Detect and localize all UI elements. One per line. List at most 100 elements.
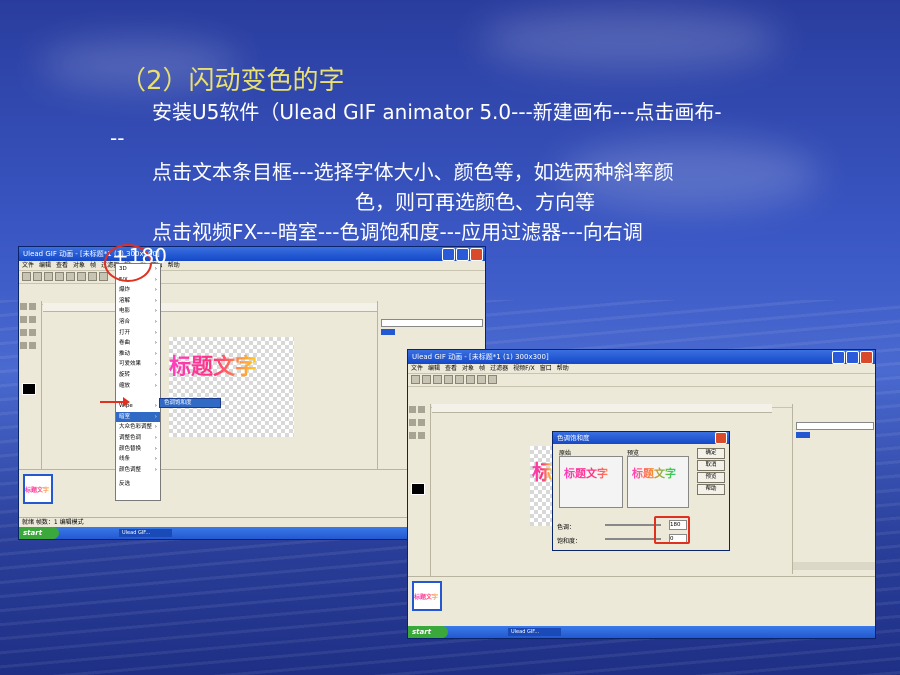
menu-file[interactable]: 文件	[22, 261, 34, 270]
object-selector[interactable]	[796, 422, 874, 430]
menu-view[interactable]: 查看	[56, 261, 68, 270]
frame-thumbnail-text: 标题文字	[25, 487, 50, 494]
frame-thumbnail[interactable]: 标题文字	[412, 581, 442, 611]
menu-item[interactable]: 线条 ›	[116, 454, 160, 465]
menu-item[interactable]: 推动 ›	[116, 349, 160, 360]
save-icon[interactable]	[44, 272, 53, 281]
zoom-tool-icon[interactable]	[29, 342, 36, 349]
help-button[interactable]: 帮助	[697, 484, 725, 495]
menu-item[interactable]: 爆炸 ›	[116, 285, 160, 296]
menu-item[interactable]: 卷曲 ›	[116, 338, 160, 349]
open-icon[interactable]	[33, 272, 42, 281]
close-button[interactable]	[860, 351, 873, 364]
gif-canvas[interactable]: 标题文字	[169, 337, 294, 437]
copy-icon[interactable]	[66, 272, 75, 281]
pick-tool-icon[interactable]	[20, 303, 27, 310]
maximize-button[interactable]	[846, 351, 859, 364]
text-tool-icon[interactable]	[20, 316, 27, 323]
panel-scrollbar[interactable]	[793, 562, 875, 570]
open-icon[interactable]	[422, 375, 431, 384]
color-swatch[interactable]	[22, 383, 36, 395]
instruction-line-2-cont: 色，则可再选颜色、方向等	[355, 190, 595, 214]
fill-tool-icon[interactable]	[20, 342, 27, 349]
redo-icon[interactable]	[488, 375, 497, 384]
canvas-text: 标题文字	[169, 349, 257, 381]
text-tool-icon[interactable]	[409, 419, 416, 426]
menu-item[interactable]: 缩放 ›	[116, 381, 160, 392]
color-swatch[interactable]	[411, 483, 425, 495]
menu-edit[interactable]: 编辑	[39, 261, 51, 270]
menu-frame[interactable]: 帧	[479, 364, 485, 373]
menu-item[interactable]: 反选	[116, 479, 160, 490]
layer-thumbnail[interactable]	[381, 329, 395, 335]
menu-item[interactable]: 打开 ›	[116, 328, 160, 339]
maximize-button[interactable]	[456, 248, 469, 261]
start-button[interactable]: start	[408, 626, 448, 638]
minimize-button[interactable]	[832, 351, 845, 364]
menu-filter[interactable]: 过滤器	[490, 364, 508, 373]
brush-tool-icon[interactable]	[409, 432, 416, 439]
original-preview-text: 标题文字	[564, 465, 622, 481]
cut-icon[interactable]	[444, 375, 453, 384]
submenu-hue-saturation[interactable]: 色调饱和度	[159, 398, 221, 408]
minimize-button[interactable]	[442, 248, 455, 261]
frame-thumbnail[interactable]: 标题文字	[23, 474, 53, 504]
paste-icon[interactable]	[466, 375, 475, 384]
menu-item[interactable]: 调整色调 ›	[116, 433, 160, 444]
paint-tool-icon[interactable]	[418, 419, 425, 426]
marquee-tool-icon[interactable]	[29, 303, 36, 310]
menu-item[interactable]: 电影 ›	[116, 306, 160, 317]
marquee-tool-icon[interactable]	[418, 406, 425, 413]
paint-tool-icon[interactable]	[29, 316, 36, 323]
taskbar-app[interactable]: Ulead GIF...	[508, 628, 561, 636]
menu-help[interactable]: 帮助	[557, 364, 569, 373]
dialog-title: 色调饱和度	[557, 434, 590, 442]
menu-object[interactable]: 对象	[462, 364, 474, 373]
paste-icon[interactable]	[77, 272, 86, 281]
preview-button[interactable]: 预览	[697, 472, 725, 483]
editor-tabs	[432, 404, 772, 413]
menu-item[interactable]: 旋转 ›	[116, 370, 160, 381]
menu-view[interactable]: 查看	[445, 364, 457, 373]
brush-tool-icon[interactable]	[20, 329, 27, 336]
redo-icon[interactable]	[99, 272, 108, 281]
instruction-line-2: 点击文本条目框---选择字体大小、颜色等，如选两种斜率颜	[152, 160, 674, 184]
cancel-button[interactable]: 取消	[697, 460, 725, 471]
menu-item-darkroom[interactable]: 暗室 ›	[116, 411, 160, 423]
start-button[interactable]: start	[19, 527, 59, 539]
eraser-tool-icon[interactable]	[418, 432, 425, 439]
dialog-close-button[interactable]	[715, 432, 727, 444]
menu-help[interactable]: 帮助	[168, 261, 180, 270]
menu-video-fx[interactable]: 视频F/X	[513, 364, 535, 373]
copy-icon[interactable]	[455, 375, 464, 384]
canvas-text: 标	[532, 456, 552, 485]
annotation-arrow	[100, 397, 130, 407]
eraser-tool-icon[interactable]	[29, 329, 36, 336]
layer-thumbnail[interactable]	[796, 432, 810, 438]
new-icon[interactable]	[411, 375, 420, 384]
menu-item[interactable]: 可爱效果 ›	[116, 359, 160, 370]
menu-window[interactable]: 窗口	[540, 364, 552, 373]
menu-item[interactable]: 颜色替换 ›	[116, 444, 160, 455]
menu-item[interactable]: 溶解 ›	[116, 296, 160, 307]
hue-slider[interactable]	[605, 524, 661, 526]
menu-item[interactable]: 大众色彩调整 ›	[116, 422, 160, 433]
ok-button[interactable]: 确定	[697, 448, 725, 459]
undo-icon[interactable]	[88, 272, 97, 281]
taskbar-app[interactable]: Ulead GIF...	[119, 529, 172, 537]
new-icon[interactable]	[22, 272, 31, 281]
saturation-slider[interactable]	[605, 538, 661, 540]
menu-edit[interactable]: 编辑	[428, 364, 440, 373]
pick-tool-icon[interactable]	[409, 406, 416, 413]
close-button[interactable]	[470, 248, 483, 261]
save-icon[interactable]	[433, 375, 442, 384]
menu-frame[interactable]: 帧	[90, 261, 96, 270]
menu-file[interactable]: 文件	[411, 364, 423, 373]
cut-icon[interactable]	[55, 272, 64, 281]
menu-item[interactable]: 颜色调整 ›	[116, 465, 160, 476]
object-selector[interactable]	[381, 319, 483, 327]
menu-object[interactable]: 对象	[73, 261, 85, 270]
undo-icon[interactable]	[477, 375, 486, 384]
background-cloud	[480, 10, 780, 70]
menu-item[interactable]: 溶合 ›	[116, 317, 160, 328]
